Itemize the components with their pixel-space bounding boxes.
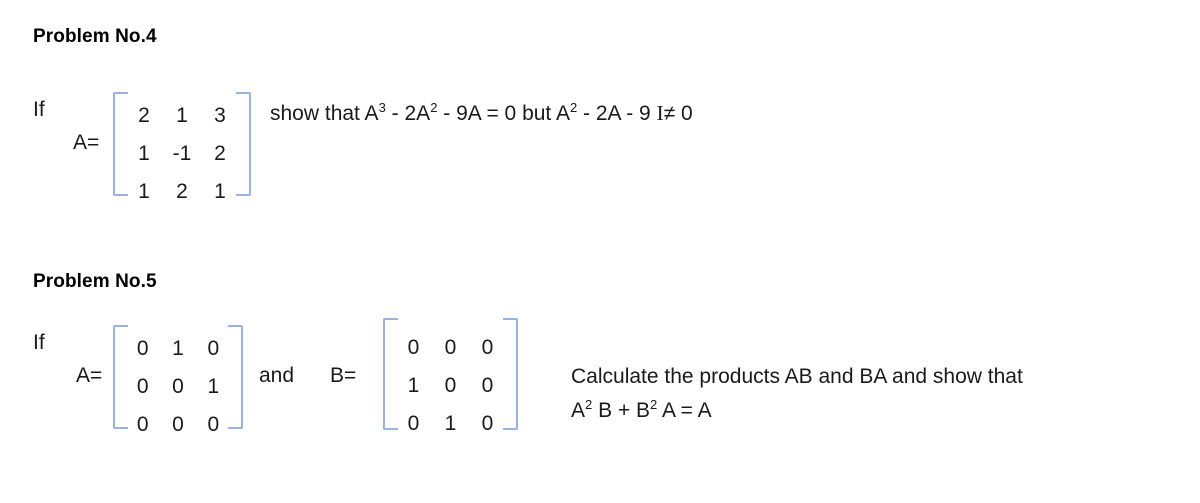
problem-5-matrix-b: 0 0 0 1 0 0 0 1 0: [383, 318, 518, 434]
problem-4-if-label: If: [33, 98, 45, 121]
matrix-cell: 1: [207, 375, 220, 398]
statement-mid-3: - 2A - 9: [577, 102, 657, 125]
matrix-cell: 0: [481, 374, 494, 397]
problem-4-matrix-a-label: A=: [73, 131, 100, 154]
equation-term-a: A: [571, 399, 586, 422]
problem-5-conjunction: and: [259, 364, 295, 387]
matrix-cell: 0: [407, 336, 420, 359]
statement-lead: show that A: [270, 102, 379, 125]
matrix-cell: 0: [172, 413, 184, 436]
equation-term-c: A = A: [657, 399, 712, 422]
matrix-cell: 1: [407, 374, 420, 397]
problem-4-statement: show that A3 - 2A2 - 9A = 0 but A2 - 2A …: [270, 98, 693, 129]
problem-4-heading: Problem No.4: [33, 26, 157, 47]
statement-mid-2: - 9A = 0 but A: [437, 102, 570, 125]
matrix-cell: 1: [176, 104, 188, 127]
matrix-cell: 0: [444, 374, 457, 397]
identity-matrix-symbol: I: [656, 101, 664, 125]
matrix-cell: 1: [444, 412, 457, 435]
matrix-cell: 0: [172, 375, 184, 398]
matrix-cell: 0: [481, 336, 494, 359]
problem-5-if-label: If: [33, 331, 45, 354]
problem-5-matrix-a: 0 1 0 0 0 1 0 0 0: [113, 325, 243, 435]
statement-tail: ≠ 0: [663, 102, 693, 125]
matrix-cell: 0: [207, 337, 220, 360]
matrix-cell: -1: [172, 142, 192, 165]
matrix-cell: 0: [207, 413, 220, 436]
matrix-cell: 1: [172, 337, 184, 360]
statement-mid-1: - 2A: [385, 102, 431, 125]
exponent-3: 3: [378, 100, 386, 115]
problem-5-matrix-a-label: A=: [76, 364, 103, 387]
matrix-cell: 3: [214, 104, 226, 127]
problem-5-statement-line-2: A2 B + B2 A = A: [571, 396, 712, 426]
matrix-cell: 2: [176, 180, 188, 203]
matrix-cell: 0: [444, 336, 457, 359]
matrix-cell: 1: [138, 180, 150, 203]
matrix-cell: 1: [138, 142, 150, 165]
matrix-cell: 0: [136, 413, 149, 436]
problem-5-heading: Problem No.5: [33, 271, 157, 292]
problem-5-matrix-b-label: B=: [330, 364, 357, 387]
matrix-cell: 0: [481, 412, 494, 435]
problem-5-statement-line-1: Calculate the products AB and BA and sho…: [571, 365, 1023, 388]
matrix-cell: 2: [214, 142, 226, 165]
equation-term-b: B + B: [592, 399, 651, 422]
problem-4-matrix-a: 2 1 3 1 -1 2 1 2 1: [113, 92, 251, 202]
matrix-cell: 1: [214, 180, 226, 203]
matrix-cell: 0: [136, 337, 149, 360]
matrix-cell: 0: [136, 375, 149, 398]
matrix-cell: 2: [138, 104, 150, 127]
matrix-cell: 0: [407, 412, 420, 435]
